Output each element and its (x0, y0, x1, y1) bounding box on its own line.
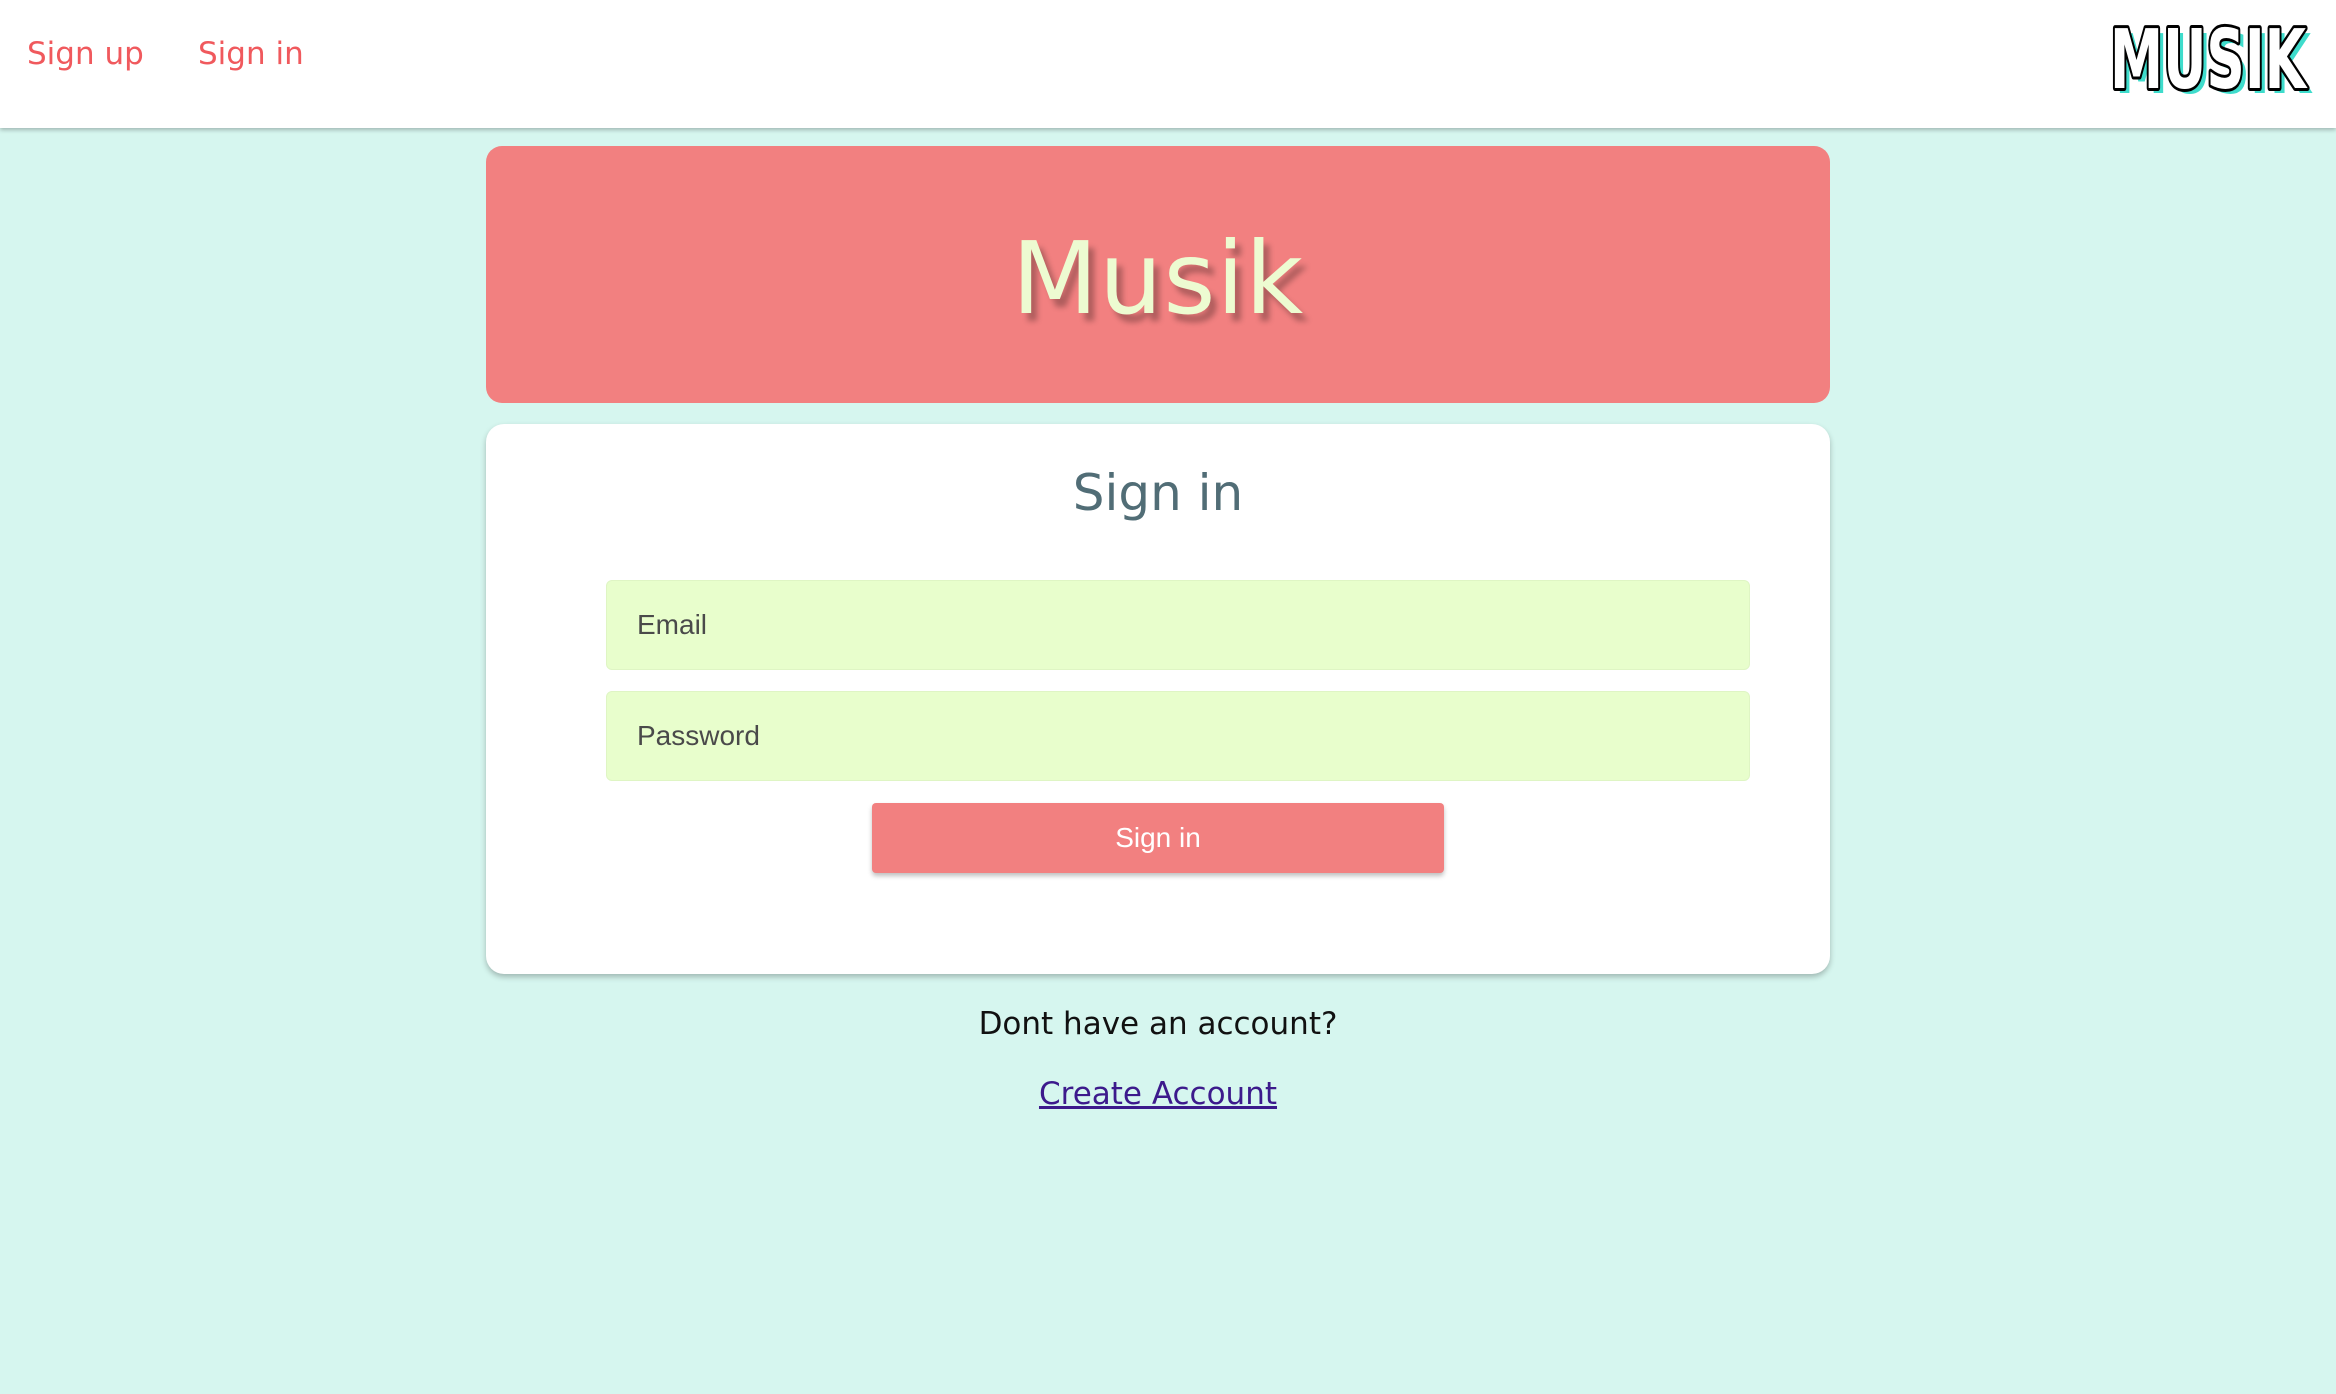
svg-text:MUSIK: MUSIK (2110, 14, 2308, 104)
password-field[interactable] (606, 691, 1750, 781)
signin-title: Sign in (1072, 464, 1244, 522)
musik-logo[interactable]: MUSIK MUSIK (2107, 10, 2318, 113)
hero-title: Musik (1011, 219, 1305, 337)
no-account-prompt: Dont have an account? (978, 1006, 1338, 1042)
create-account-row: Create Account (486, 1076, 1830, 1112)
create-account-link[interactable]: Create Account (1039, 1076, 1277, 1112)
email-field[interactable] (606, 580, 1750, 670)
nav-signin-link[interactable]: Sign in (198, 28, 304, 80)
signin-button[interactable]: Sign in (872, 803, 1444, 873)
top-navbar: Sign up Sign in MUSIK MUSIK (0, 0, 2336, 128)
signin-card: Sign in Sign in (486, 424, 1830, 974)
nav-signup-link[interactable]: Sign up (27, 28, 144, 80)
hero-banner: Musik (486, 146, 1830, 403)
